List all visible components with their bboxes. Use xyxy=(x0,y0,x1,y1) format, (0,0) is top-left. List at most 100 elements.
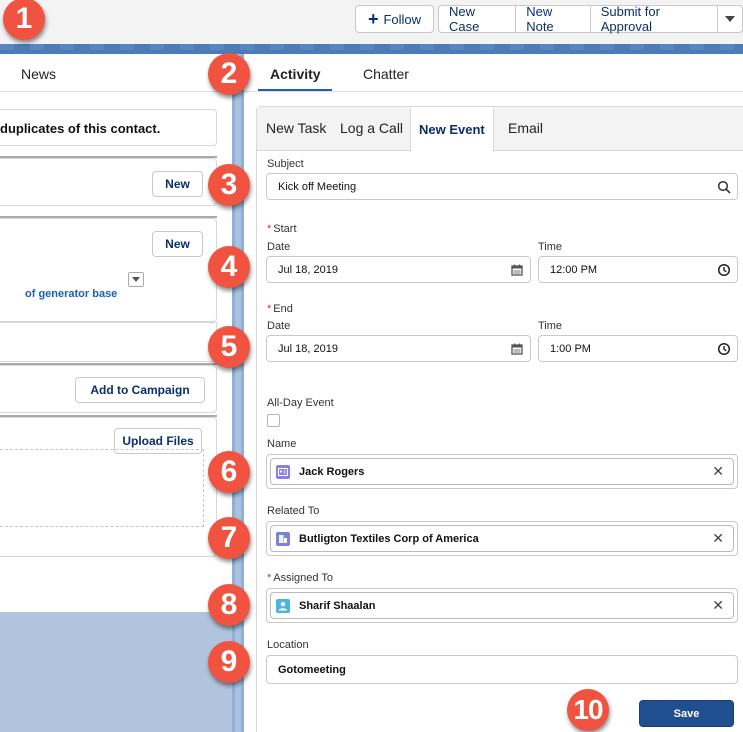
activity-panel: Activity Chatter New Task Log a Call New… xyxy=(244,54,743,732)
save-button[interactable]: Save xyxy=(639,700,734,727)
tab-new-task[interactable]: New Task xyxy=(266,120,326,136)
start-label-text: Start xyxy=(273,223,297,235)
close-icon[interactable]: ✕ xyxy=(712,464,724,478)
end-label-text: End xyxy=(273,303,293,315)
activity-tabs: Activity Chatter xyxy=(244,54,743,92)
calendar-icon[interactable] xyxy=(510,263,524,277)
active-tab-indicator xyxy=(258,89,332,91)
user-icon xyxy=(276,598,290,613)
submit-for-approval-button[interactable]: Submit for Approval xyxy=(589,4,718,34)
related-list-card xyxy=(0,322,217,362)
end-date-label: Date xyxy=(267,320,291,332)
close-icon[interactable]: ✕ xyxy=(712,531,724,545)
new-case-button[interactable]: New Case xyxy=(438,4,517,34)
calendar-icon[interactable] xyxy=(510,342,524,356)
assigned-to-label: * Assigned To xyxy=(267,572,333,584)
start-time-input[interactable]: 12:00 PM xyxy=(538,256,738,283)
action-button-group: New Case New Note Submit for Approval xyxy=(438,4,743,34)
callout-badge: 8 xyxy=(208,584,250,626)
callout-badge: 1 xyxy=(3,0,45,40)
callout-badge: 9 xyxy=(208,641,250,683)
chevron-down-icon xyxy=(725,16,735,22)
new-button[interactable]: New xyxy=(152,171,203,197)
file-drop-zone[interactable] xyxy=(0,449,204,527)
column-divider xyxy=(232,54,244,732)
related-list-card: New xyxy=(0,218,217,322)
duplicate-alert-card: duplicates of this contact. xyxy=(0,109,217,146)
record-header-bar: + Follow New Case New Note Submit for Ap… xyxy=(0,0,743,46)
name-lookup[interactable]: Jack Rogers ✕ xyxy=(266,454,738,489)
name-pill: Jack Rogers ✕ xyxy=(270,458,734,485)
subject-input[interactable]: Kick off Meeting xyxy=(266,173,738,200)
campaign-card: Add to Campaign xyxy=(0,365,217,413)
follow-button[interactable]: + Follow xyxy=(355,5,434,33)
location-label: Location xyxy=(267,639,309,651)
required-marker: * xyxy=(267,572,272,584)
all-day-checkbox[interactable] xyxy=(267,414,280,427)
required-marker: * xyxy=(267,303,272,315)
tab-log-a-call[interactable]: Log a Call xyxy=(340,120,403,136)
close-icon[interactable]: ✕ xyxy=(712,598,724,612)
tab-news[interactable]: News xyxy=(21,66,56,82)
assigned-to-label-text: Assigned To xyxy=(273,572,334,584)
required-marker: * xyxy=(267,223,272,235)
related-to-pill: Butligton Textiles Corp of America ✕ xyxy=(270,525,734,552)
related-list-card: New xyxy=(0,158,217,206)
start-label: * Start xyxy=(267,223,297,235)
location-input[interactable]: Gotomeeting xyxy=(266,655,738,684)
tab-activity[interactable]: Activity xyxy=(270,66,321,82)
end-label: * End xyxy=(267,303,293,315)
all-day-label: All-Day Event xyxy=(267,397,334,409)
assigned-to-lookup[interactable]: Sharif Shaalan ✕ xyxy=(266,588,738,623)
end-time-value: 1:00 PM xyxy=(550,342,591,355)
subject-value: Kick off Meeting xyxy=(278,180,357,193)
location-value: Gotomeeting xyxy=(278,663,346,676)
duplicate-message: duplicates of this contact. xyxy=(0,121,161,136)
name-label: Name xyxy=(267,438,297,450)
contact-icon xyxy=(276,464,290,479)
start-time-label: Time xyxy=(538,241,563,253)
callout-badge: 4 xyxy=(208,246,250,288)
new-button[interactable]: New xyxy=(152,231,203,257)
tab-new-event[interactable]: New Event xyxy=(410,107,494,152)
header-band xyxy=(0,44,743,54)
callout-badge: 3 xyxy=(208,164,250,206)
more-actions-button[interactable] xyxy=(717,5,743,33)
start-date-input[interactable]: Jul 18, 2019 xyxy=(266,256,531,283)
related-to-label: Related To xyxy=(267,505,320,517)
left-tabs: News xyxy=(0,54,232,92)
activity-composer: New Task Log a Call New Event Email Subj… xyxy=(256,106,743,732)
assigned-to-pill: Sharif Shaalan ✕ xyxy=(270,592,734,619)
assigned-to-value: Sharif Shaalan xyxy=(299,599,376,612)
record-link[interactable]: of generator base xyxy=(25,288,117,300)
callout-badge: 10 xyxy=(567,689,609,731)
row-action-dropdown[interactable] xyxy=(128,272,144,287)
callout-badge: 7 xyxy=(208,517,250,559)
account-icon xyxy=(276,531,290,546)
name-value: Jack Rogers xyxy=(299,465,365,478)
start-date-label: Date xyxy=(267,241,291,253)
start-date-value: Jul 18, 2019 xyxy=(278,263,338,276)
end-time-label: Time xyxy=(538,320,563,332)
end-date-value: Jul 18, 2019 xyxy=(278,342,338,355)
search-icon[interactable] xyxy=(717,180,731,194)
related-to-value: Butligton Textiles Corp of America xyxy=(299,532,479,545)
chevron-down-icon xyxy=(132,277,140,282)
clock-icon[interactable] xyxy=(717,263,731,277)
related-to-lookup[interactable]: Butligton Textiles Corp of America ✕ xyxy=(266,521,738,556)
callout-badge: 2 xyxy=(208,53,250,95)
left-panel: duplicates of this contact. New New of g… xyxy=(0,92,232,612)
callout-badge: 5 xyxy=(208,326,250,368)
follow-label: Follow xyxy=(383,11,422,27)
new-note-button[interactable]: New Note xyxy=(515,4,591,34)
tab-email[interactable]: Email xyxy=(508,120,543,136)
composer-tabs: New Task Log a Call New Event Email xyxy=(257,107,743,152)
end-date-input[interactable]: Jul 18, 2019 xyxy=(266,335,531,362)
subject-label: Subject xyxy=(267,158,304,170)
tab-chatter[interactable]: Chatter xyxy=(363,66,409,82)
add-to-campaign-button[interactable]: Add to Campaign xyxy=(75,377,205,403)
clock-icon[interactable] xyxy=(717,342,731,356)
end-time-input[interactable]: 1:00 PM xyxy=(538,335,738,362)
left-column: News duplicates of this contact. New New… xyxy=(0,54,232,732)
plus-icon: + xyxy=(367,9,379,29)
